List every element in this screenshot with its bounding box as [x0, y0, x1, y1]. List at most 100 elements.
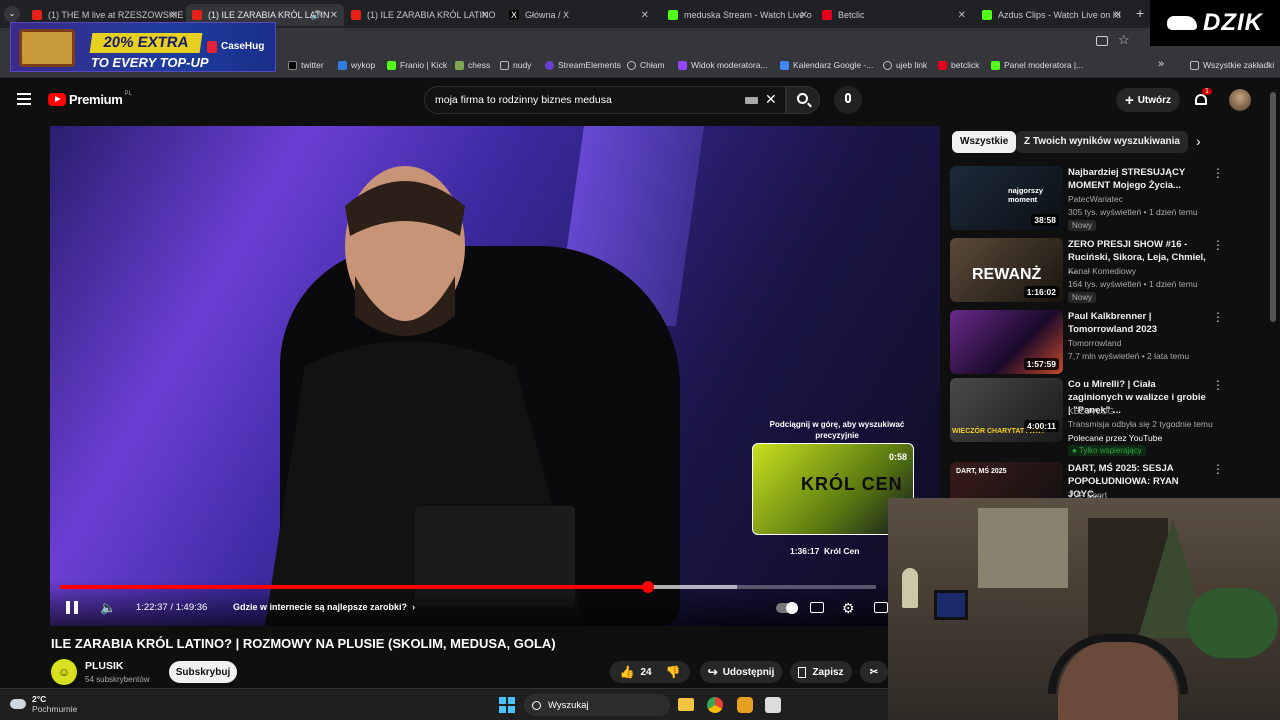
taskbar-search[interactable]: Wyszukaj — [524, 694, 670, 716]
all-bookmarks-button[interactable]: Wszystkie zakładki — [1190, 60, 1274, 70]
bookmark-item[interactable]: betclick — [938, 60, 979, 70]
close-icon[interactable]: ✕ — [481, 10, 489, 21]
list-item[interactable]: najgorszy moment 38:58 Najbardziej STRES… — [950, 166, 1250, 232]
bookmark-item[interactable]: Panel moderatora |... — [991, 60, 1083, 70]
volume-icon[interactable]: 🔈 — [100, 600, 116, 616]
subtitles-icon[interactable] — [810, 602, 824, 613]
bookmark-folder[interactable]: nudy — [500, 60, 531, 70]
bookmark-item[interactable]: Chłam — [627, 60, 665, 70]
keyboard-icon[interactable] — [745, 97, 758, 104]
bookmark-item[interactable]: twitter — [288, 60, 324, 70]
search-input[interactable]: moja firma to rodzinny biznes medusa — [435, 94, 612, 106]
bookmark-item[interactable]: ujeb link — [883, 60, 927, 70]
chrome-icon[interactable] — [707, 697, 723, 713]
tab-title: meduska Stream - Watch Live o — [684, 10, 812, 20]
thumbs-down-icon[interactable]: 👎 — [666, 665, 681, 679]
avatar[interactable] — [1229, 89, 1251, 111]
miniplayer-icon[interactable] — [874, 602, 888, 613]
app-icon[interactable] — [765, 697, 781, 713]
video-thumbnail[interactable]: 1:57:59 — [950, 310, 1063, 374]
dzik-logo: DZIK — [1150, 0, 1280, 46]
bookmark-item[interactable]: Widok moderatora... — [678, 60, 768, 70]
video-channel[interactable]: Tomorrowland — [1068, 338, 1121, 348]
video-title[interactable]: Najbardziej STRESUJĄCY MOMENT Mojego Życ… — [1068, 166, 1206, 192]
search-button[interactable] — [786, 86, 820, 114]
autoplay-toggle[interactable] — [776, 602, 798, 614]
page-scrollbar[interactable] — [1270, 92, 1276, 322]
youtube-logo[interactable]: Premium PL — [48, 91, 132, 107]
video-title[interactable]: Paul Kalkbrenner | Tomorrowland 2023 — [1068, 310, 1206, 336]
more-options-icon[interactable]: ⋮ — [1212, 238, 1224, 252]
chip-from-search[interactable]: Z Twoich wyników wyszukiwania — [1016, 131, 1188, 153]
kick-icon — [991, 60, 1000, 70]
bookmarks-more-button[interactable]: » — [1158, 58, 1164, 70]
video-title: ILE ZARABIA KRÓL LATINO? | ROZMOWY NA PL… — [51, 636, 556, 651]
share-button[interactable]: ↪ Udostępnij — [700, 661, 782, 683]
bookmark-item[interactable]: StreamElements — [545, 60, 621, 70]
close-icon[interactable]: ✕ — [170, 10, 178, 21]
list-item[interactable]: 1:57:59 Paul Kalkbrenner | Tomorrowland … — [950, 310, 1250, 376]
bookmark-item[interactable]: chess — [455, 60, 490, 70]
save-button[interactable]: Zapisz — [790, 661, 852, 683]
video-thumbnail[interactable]: REWANŻ 1:16:02 — [950, 238, 1063, 302]
chapter-button[interactable]: Gdzie w internecie są najlepsze zarobki?… — [233, 602, 415, 612]
search-icon — [532, 700, 541, 710]
thumbs-up-icon[interactable]: 👍 — [619, 665, 634, 679]
audio-icon[interactable]: 🔊 — [311, 10, 322, 21]
video-meta: 305 tys. wyświetleń • 1 dzień temu — [1068, 207, 1198, 217]
bookmark-item[interactable]: Kalendarz Google -... — [780, 60, 873, 70]
new-tab-button[interactable]: + — [1136, 5, 1144, 21]
voice-search-button[interactable] — [834, 86, 862, 114]
search-box[interactable]: moja firma to rodzinny biznes medusa ✕ — [424, 86, 786, 114]
windows-start-icon[interactable] — [499, 697, 515, 713]
progress-bar[interactable] — [60, 581, 876, 593]
channel-avatar[interactable]: ☺ — [51, 659, 77, 685]
bookmark-item[interactable]: wykop — [338, 60, 375, 70]
video-player[interactable]: Podciągnij w górę, aby wyszukiwać precyz… — [50, 126, 940, 626]
chip-all[interactable]: Wszystkie — [952, 131, 1017, 153]
browser-tab[interactable]: Betclic ✕ — [816, 4, 972, 26]
browser-tab[interactable]: meduska Stream - Watch Live o ✕ — [662, 4, 814, 26]
bookmark-item[interactable]: Franio | Kick — [387, 60, 447, 70]
list-item[interactable]: REWANŻ 1:16:02 ZERO PRESJI SHOW #16 - Ru… — [950, 238, 1250, 304]
more-options-icon[interactable]: ⋮ — [1212, 310, 1224, 324]
file-explorer-icon[interactable] — [678, 698, 694, 711]
close-icon[interactable]: ✕ — [330, 10, 338, 21]
channel-name[interactable]: PLUSIK — [85, 660, 124, 672]
close-icon[interactable]: ✕ — [641, 10, 649, 21]
video-channel[interactable]: KEZUVLOG — [1068, 406, 1114, 416]
close-icon[interactable]: ✕ — [1114, 10, 1122, 21]
browser-tab[interactable]: Azdus Clips - Watch Live on Ki ✕ — [976, 4, 1128, 26]
video-thumbnail[interactable]: WIECZÓR CHARYTATYWNY 4:00:11 — [950, 378, 1063, 442]
chips-next-icon[interactable]: › — [1196, 133, 1201, 149]
app-icon[interactable] — [737, 697, 753, 713]
video-thumbnail[interactable]: najgorszy moment 38:58 — [950, 166, 1063, 230]
bookmark-star-icon[interactable]: ☆ — [1118, 32, 1130, 48]
close-icon[interactable]: ✕ — [958, 10, 966, 21]
browser-tab[interactable]: (1) ILE ZARABIA KRÓL LATINO ✕ — [345, 4, 495, 26]
menu-icon[interactable] — [17, 93, 31, 105]
settings-gear-icon[interactable]: ⚙ — [842, 600, 855, 617]
clear-search-icon[interactable]: ✕ — [765, 91, 777, 108]
subscriber-count: 54 subskrybentów — [85, 675, 150, 684]
notifications-button[interactable]: 1 — [1192, 88, 1212, 110]
more-options-icon[interactable]: ⋮ — [1212, 462, 1224, 476]
close-icon[interactable]: ✕ — [800, 10, 808, 21]
pause-button[interactable] — [66, 601, 78, 614]
subscribe-button[interactable]: Subskrybuj — [169, 661, 237, 683]
more-options-icon[interactable]: ⋮ — [1212, 166, 1224, 180]
create-button[interactable]: + Utwórz — [1116, 88, 1180, 112]
weather-widget[interactable]: 2°C Pochmurnie — [10, 694, 77, 714]
install-app-icon[interactable] — [1096, 36, 1108, 46]
more-options-icon[interactable]: ⋮ — [1212, 378, 1224, 392]
video-channel[interactable]: PatecWariatec — [1068, 194, 1123, 204]
tab-list-dropdown-icon[interactable]: ⌄ — [4, 6, 20, 22]
clip-button[interactable]: ✂ — [860, 661, 888, 683]
scrubber-handle[interactable] — [641, 581, 654, 593]
preview-chapter: Król Cen — [824, 546, 860, 556]
video-channel[interactable]: Kanał Komediowy — [1068, 266, 1136, 276]
browser-tab[interactable]: X Główna / X ✕ — [503, 4, 655, 26]
list-item[interactable]: WIECZÓR CHARYTATYWNY 4:00:11 Co u Mirell… — [950, 378, 1250, 458]
seek-hint: Podciągnij w górę, aby wyszukiwać precyz… — [769, 420, 905, 440]
like-dislike-group[interactable]: 👍 24 👎 — [610, 661, 690, 683]
